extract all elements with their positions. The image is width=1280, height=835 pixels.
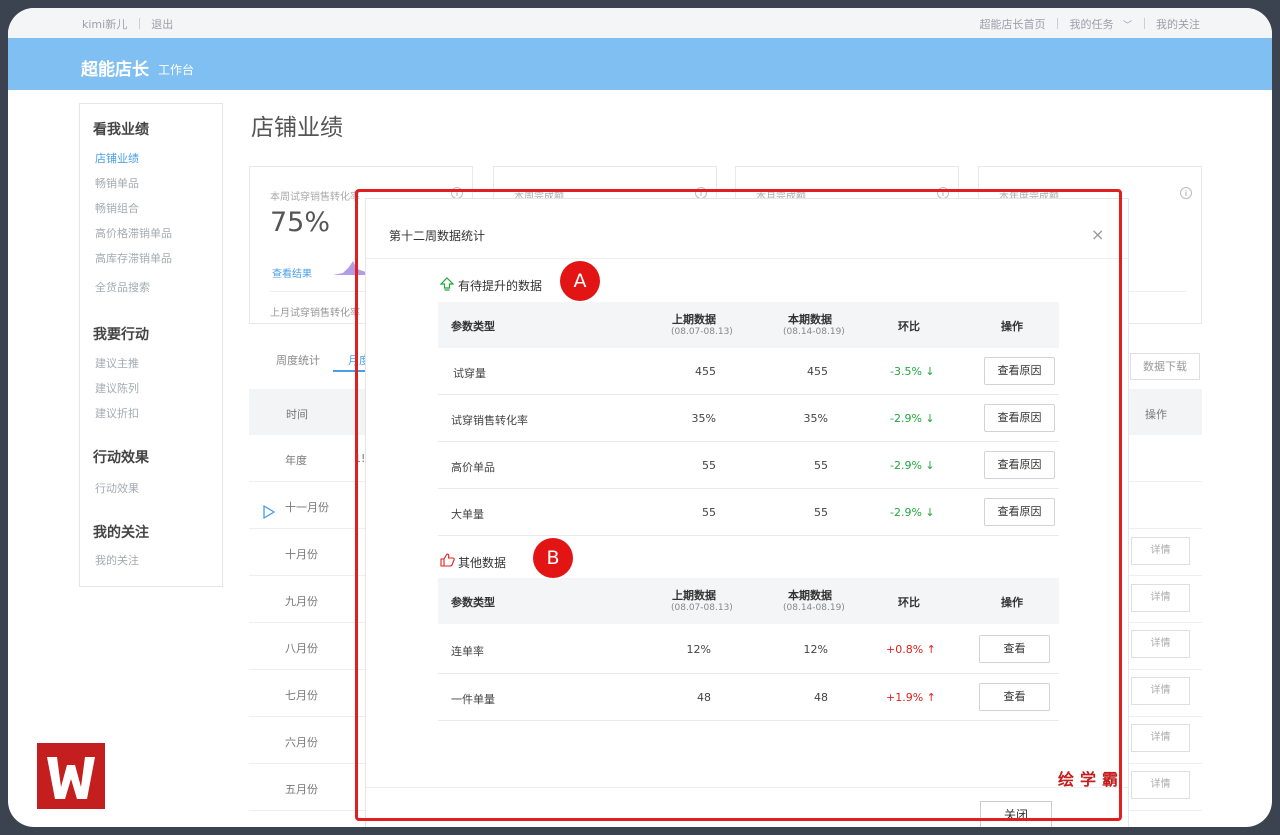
sidebar-item-suggest-promote[interactable]: 建议主推 xyxy=(95,355,139,371)
row-label: 年度 xyxy=(285,454,307,467)
logout-link[interactable]: 退出 xyxy=(151,18,173,31)
sidebar-item-bestsellers[interactable]: 畅销单品 xyxy=(95,175,139,191)
row-label: 六月份 xyxy=(285,736,318,749)
view-result-link[interactable]: 查看结果 xyxy=(272,265,312,280)
detail-button[interactable]: 详情 xyxy=(1131,771,1190,799)
sidebar: 看我业绩 店铺业绩 畅销单品 畅销组合 高价格滞销单品 高库存滞销单品 全货品搜… xyxy=(79,103,223,587)
tasks-menu[interactable]: 我的任务 xyxy=(1069,18,1113,31)
row-label: 十一月份 xyxy=(285,501,329,514)
row-label: 五月份 xyxy=(285,783,318,796)
row-label: 九月份 xyxy=(285,595,318,608)
w-logo-icon xyxy=(47,757,95,799)
brand-subtitle: 工作台 xyxy=(158,63,195,77)
sidebar-item-high-stock-slow[interactable]: 高库存滞销单品 xyxy=(95,250,172,266)
info-icon[interactable]: i xyxy=(1180,187,1192,199)
detail-button[interactable]: 详情 xyxy=(1131,537,1190,565)
highlight-outline xyxy=(355,189,1122,821)
chevron-down-icon[interactable]: ﹀ xyxy=(1123,21,1132,31)
detail-button[interactable]: 详情 xyxy=(1131,630,1190,658)
page-title: 店铺业绩 xyxy=(251,115,343,141)
logo xyxy=(37,743,105,809)
row-label: 十月份 xyxy=(285,548,318,561)
detail-button[interactable]: 详情 xyxy=(1131,724,1190,752)
sidebar-item-suggest-discount[interactable]: 建议折扣 xyxy=(95,405,139,421)
user-name[interactable]: kimi新儿 xyxy=(82,18,127,31)
watermark: 绘学霸 xyxy=(1058,770,1125,789)
row-label: 七月份 xyxy=(285,689,318,702)
sidebar-group-performance: 看我业绩 xyxy=(93,122,149,138)
sidebar-item-effects[interactable]: 行动效果 xyxy=(95,480,139,496)
sidebar-item-high-price-slow[interactable]: 高价格滞销单品 xyxy=(95,225,172,241)
sidebar-group-follow: 我的关注 xyxy=(93,525,149,541)
sidebar-group-effects: 行动效果 xyxy=(93,450,149,466)
tab-weekly[interactable]: 周度统计 xyxy=(276,352,320,368)
follow-link[interactable]: 我的关注 xyxy=(1156,18,1200,31)
sidebar-item-store-performance[interactable]: 店铺业绩 xyxy=(95,150,139,166)
row-label: 八月份 xyxy=(285,642,318,655)
sidebar-group-actions: 我要行动 xyxy=(93,327,149,343)
card-value: 75% xyxy=(270,207,331,238)
sidebar-item-search-all[interactable]: 全货品搜索 xyxy=(95,279,150,295)
sidebar-item-suggest-display[interactable]: 建议陈列 xyxy=(95,380,139,396)
home-link[interactable]: 超能店长首页 xyxy=(979,18,1045,31)
brand-title[interactable]: 超能店长 xyxy=(81,55,149,80)
header: 超能店长 工作台 xyxy=(8,38,1272,90)
detail-button[interactable]: 详情 xyxy=(1131,584,1190,612)
sidebar-item-combos[interactable]: 畅销组合 xyxy=(95,200,139,216)
card-footer: 上月试穿销售转化率 xyxy=(270,308,360,319)
col-time: 时间 xyxy=(286,408,308,421)
sidebar-item-follow[interactable]: 我的关注 xyxy=(95,552,139,568)
col-ops: 操作 xyxy=(1145,408,1167,421)
top-bar: kimi新儿 退出 超能店长首页 我的任务 ﹀ 我的关注 xyxy=(8,8,1272,38)
card-label: 本周试穿销售转化率 xyxy=(270,192,360,203)
detail-button[interactable]: 详情 xyxy=(1131,677,1190,705)
download-button[interactable]: 数据下载 xyxy=(1130,353,1200,380)
